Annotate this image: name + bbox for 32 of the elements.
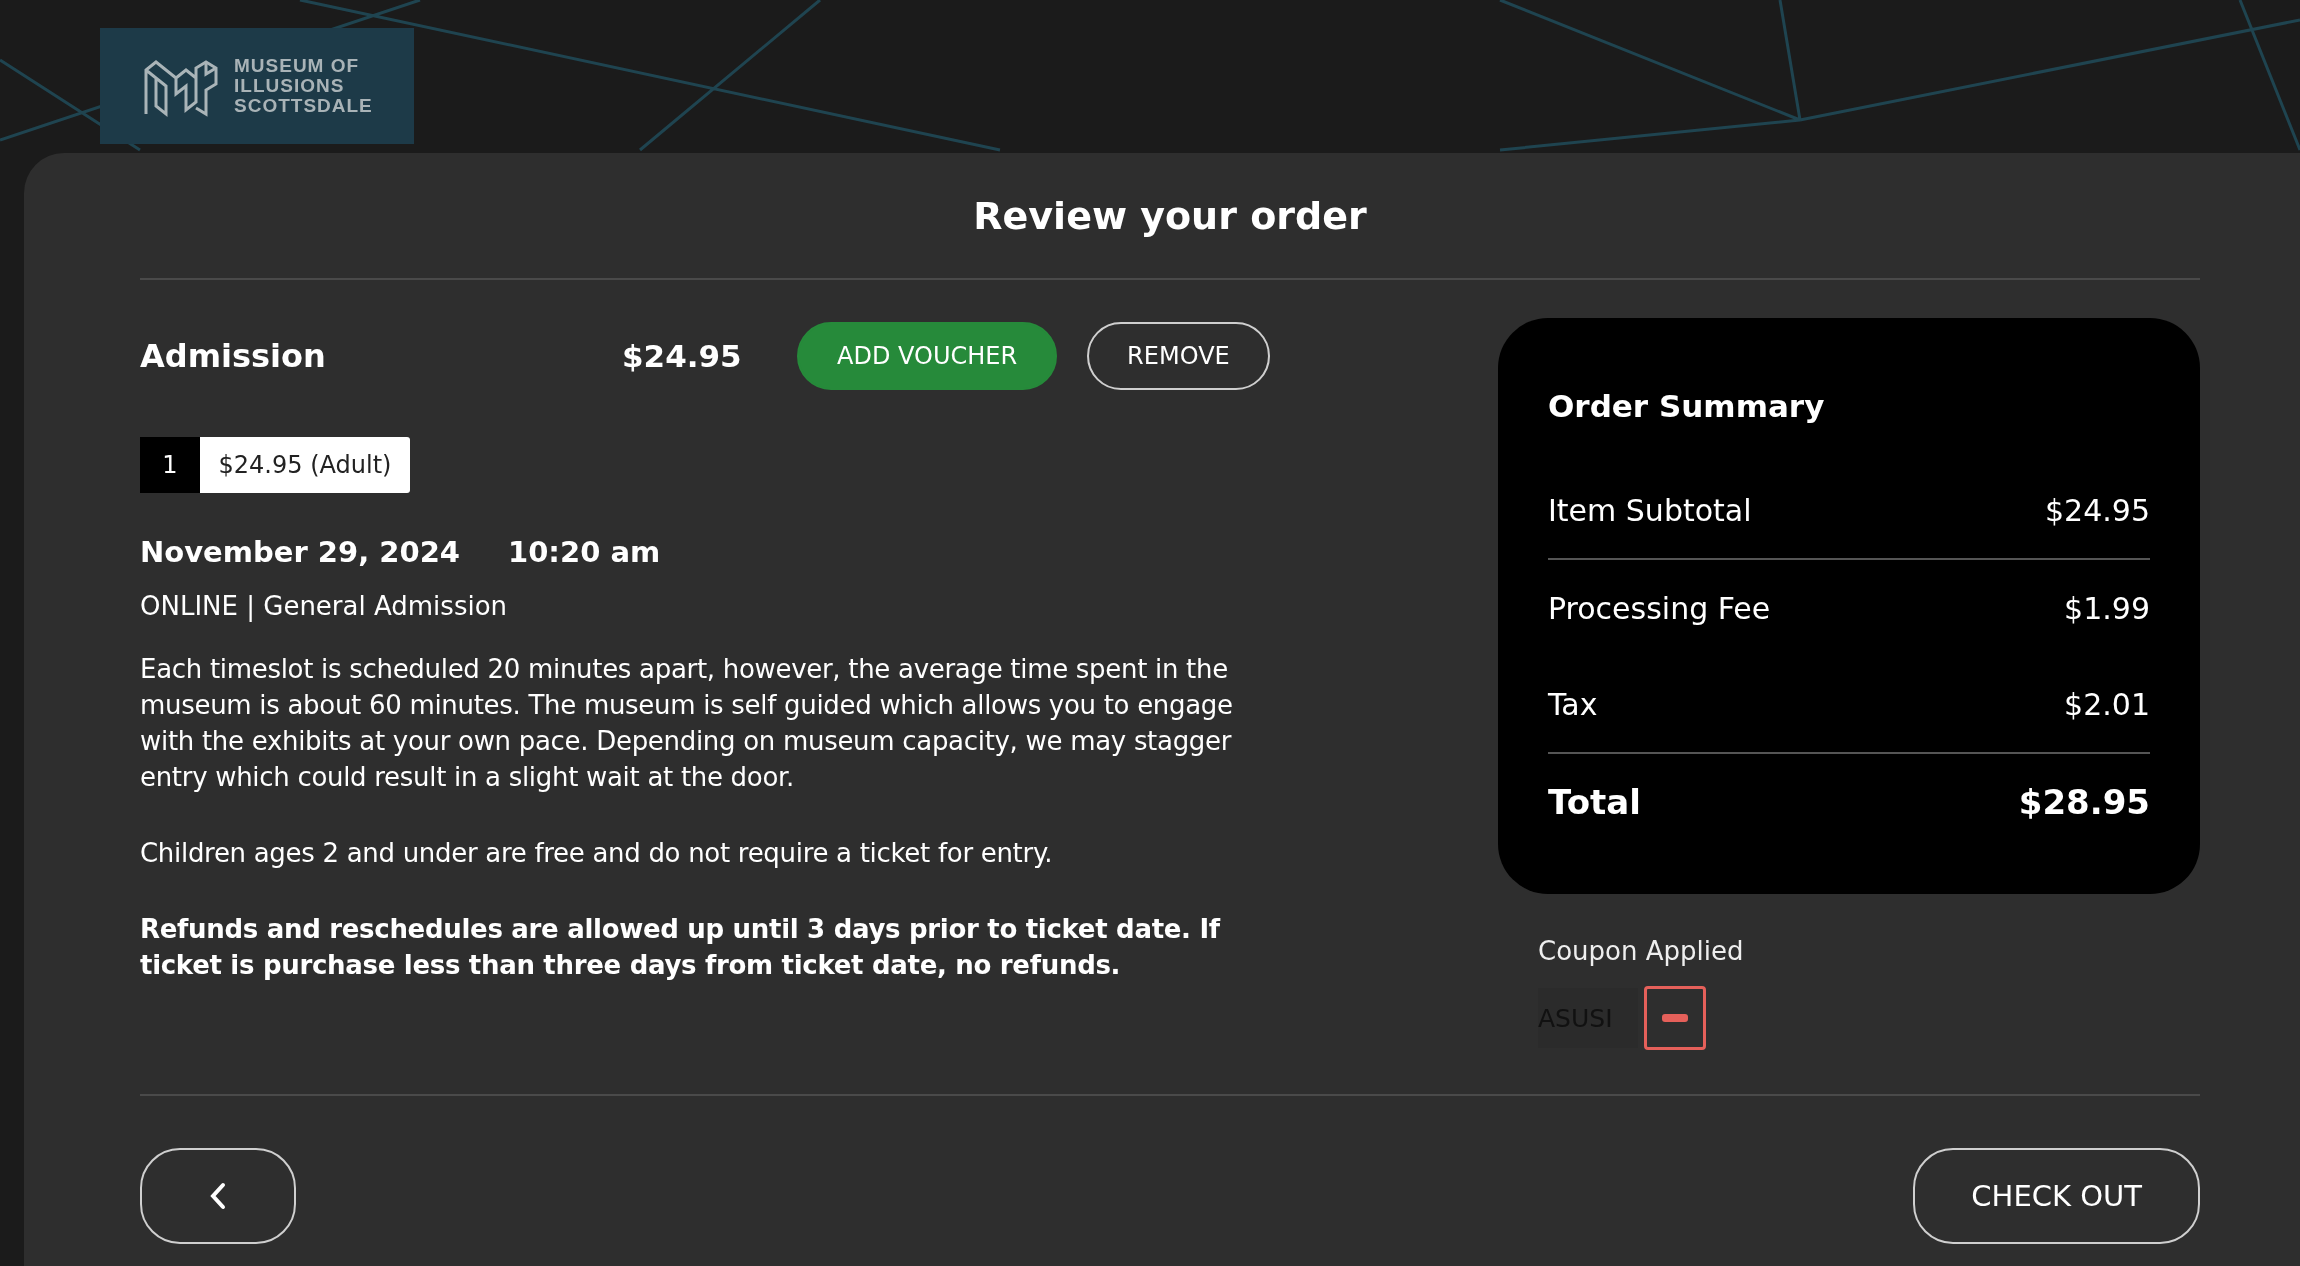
summary-value: $28.95 xyxy=(2018,782,2150,822)
info-paragraph: Children ages 2 and under are free and do not require a ticket for entry. xyxy=(140,837,1054,870)
logo-text: MUSEUM OF xyxy=(234,56,361,76)
coupon-label: Coupon Applied xyxy=(1538,936,1745,966)
logo-text: ILLUSIONS xyxy=(234,76,346,96)
summary-title: Order Summary xyxy=(1548,388,1826,424)
checkout-button[interactable]: CHECK OUT xyxy=(1913,1148,2200,1244)
summary-value: $1.99 xyxy=(2064,590,2150,626)
info-paragraph: Each timeslot is scheduled 20 minutes apart, however, the average time spent in the museum is about 60 minutes. The museum is self guided which allows you to engage with the exhibits at your own pace. Depending on museum capacity, we may stagger entry which could result in a slight wait at the door. xyxy=(140,653,1234,794)
item-name: Admission xyxy=(140,337,327,375)
logo-text: SCOTTSDALE xyxy=(234,96,373,116)
info-paragraph: Refunds and reschedules are allowed up until 3 days prior to ticket date. If ticket is purchase less than three days from ticket date, no refunds. xyxy=(140,913,1222,982)
quantity-field[interactable]: 1 xyxy=(140,437,200,493)
ticket-type-field[interactable]: $24.95 (Adult) xyxy=(200,437,410,493)
remove-coupon-button[interactable] xyxy=(1644,986,1706,1050)
ticket-time: 10:20 am xyxy=(508,535,661,569)
item-price: $24.95 xyxy=(622,338,743,374)
page-title: Review your order xyxy=(972,193,1368,240)
logo[interactable]: MUSEUM OF ILLUSIONS SCOTTSDALE xyxy=(100,28,414,144)
chevron-left-icon xyxy=(209,1182,227,1210)
summary-label: Processing Fee xyxy=(1548,590,1771,626)
ticket-type: ONLINE | General Admission xyxy=(140,591,509,621)
summary-label: Tax xyxy=(1548,686,1598,722)
summary-value: $24.95 xyxy=(2045,492,2150,528)
summary-label: Total xyxy=(1548,782,1641,822)
ticket-date: November 29, 2024 xyxy=(140,535,460,569)
summary-label: Item Subtotal xyxy=(1548,492,1752,528)
item-action-button[interactable]: REMOVE xyxy=(1087,322,1270,390)
item-action-button[interactable]: ADD VOUCHER xyxy=(797,322,1058,390)
summary-value: $2.01 xyxy=(2064,686,2150,722)
minus-icon xyxy=(1662,1014,1688,1022)
back-button[interactable] xyxy=(140,1148,296,1244)
